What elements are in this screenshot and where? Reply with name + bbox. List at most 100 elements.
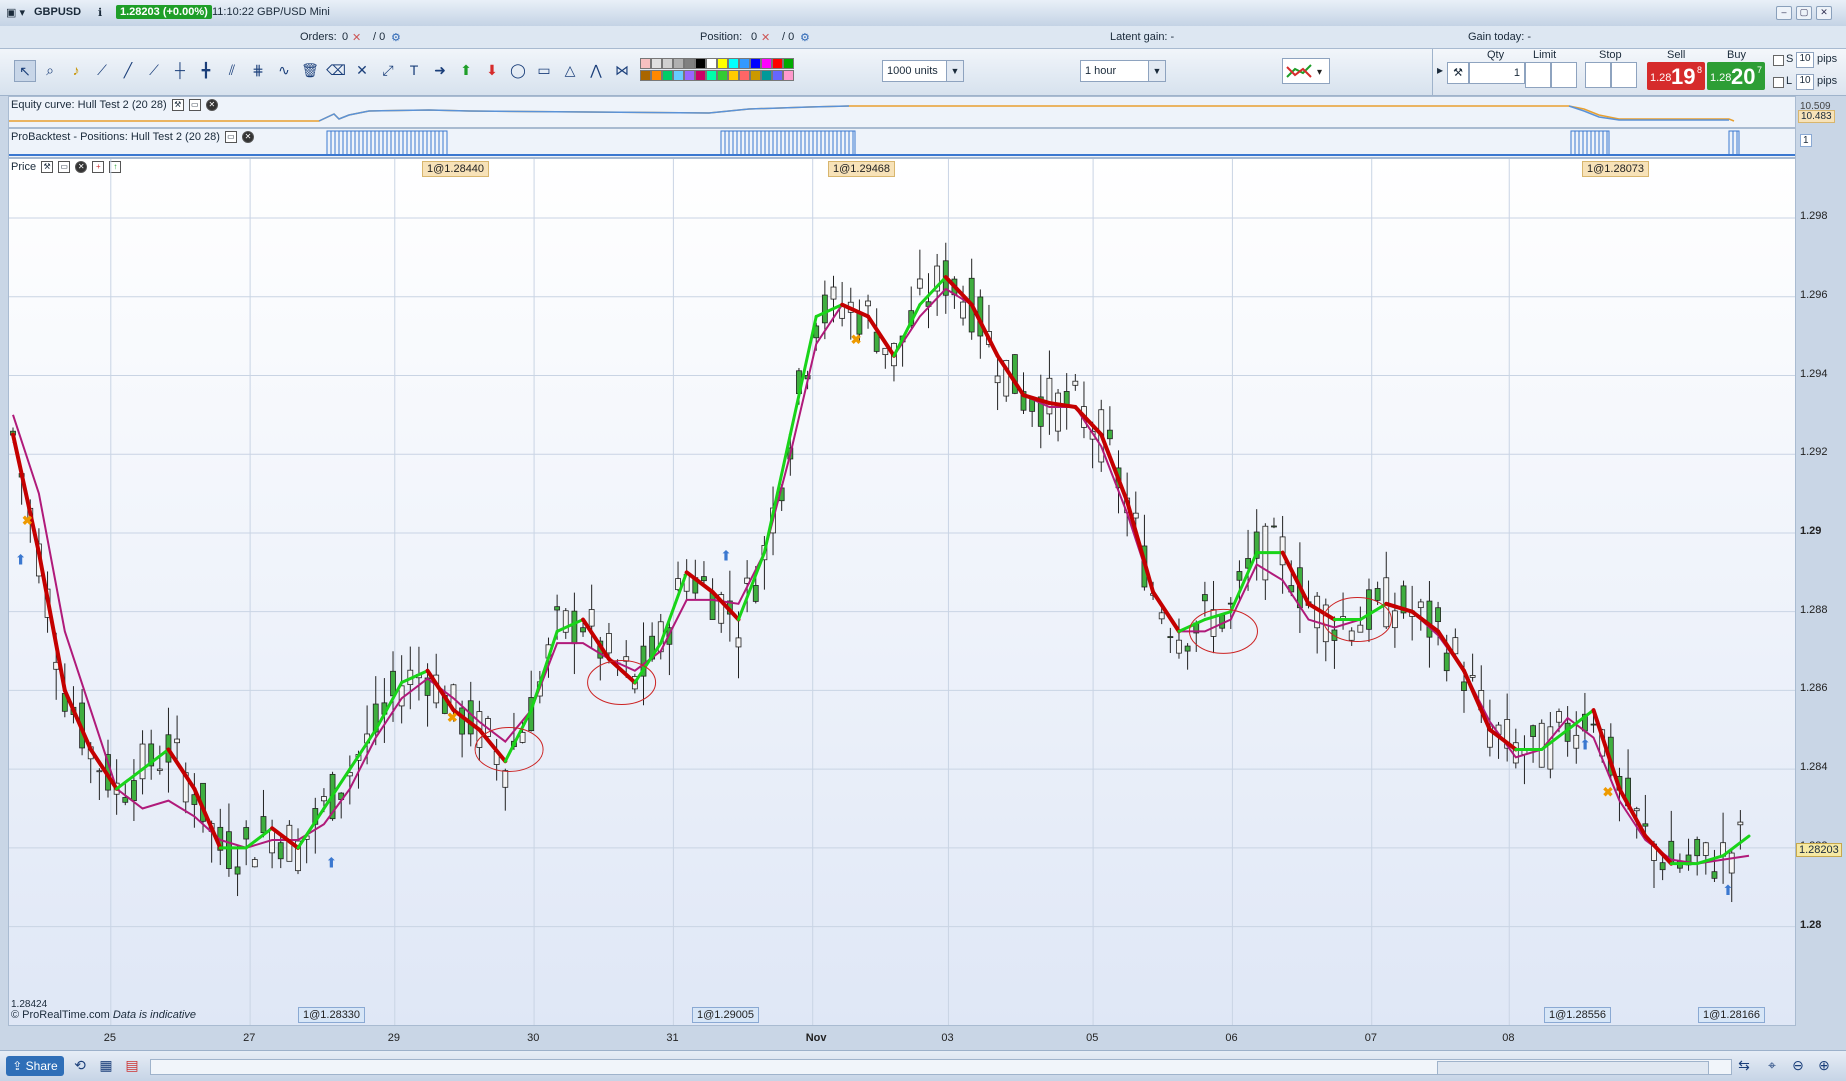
- candle-body: [1573, 734, 1580, 749]
- hull-20-segment: [270, 826, 301, 850]
- color-swatch[interactable]: [783, 58, 794, 69]
- color-swatch[interactable]: [728, 58, 739, 69]
- sell-button[interactable]: 1.28 19 8: [1647, 62, 1705, 90]
- zoom-icon[interactable]: ⌕: [40, 60, 60, 80]
- zoom-in-icon[interactable]: ⊕: [1814, 1055, 1834, 1075]
- color-swatch[interactable]: [717, 58, 728, 69]
- arrow-up-icon[interactable]: ⬆: [456, 60, 476, 80]
- window-menu-icon[interactable]: ▣ ▾: [6, 6, 25, 19]
- replay-icon[interactable]: ⟲: [70, 1055, 90, 1075]
- buy-button[interactable]: 1.28 20 7: [1707, 62, 1765, 90]
- close-button[interactable]: ✕: [1816, 6, 1832, 20]
- candlestick-chart[interactable]: ⬆ ⬆ ⬆ ⬆ ⬆ ✖ ✖ ✖ ✖: [9, 159, 1795, 1025]
- wave-icon[interactable]: ∿: [274, 60, 294, 80]
- wrench-icon[interactable]: ⚒: [1447, 62, 1469, 84]
- line-icon[interactable]: ╱: [118, 60, 138, 80]
- qty-input[interactable]: 1: [1469, 62, 1525, 84]
- chart-type-button[interactable]: ▾: [1282, 58, 1330, 84]
- arrow-down-icon[interactable]: ⬇: [482, 60, 502, 80]
- y-tick-label: 1.292: [1800, 446, 1828, 459]
- layout-icon[interactable]: ▤: [122, 1055, 142, 1075]
- color-swatch[interactable]: [651, 58, 662, 69]
- color-swatch[interactable]: [750, 70, 761, 81]
- color-swatch[interactable]: [706, 70, 717, 81]
- stop-buy-button[interactable]: [1585, 62, 1611, 88]
- calculator-icon[interactable]: ▦: [96, 1055, 116, 1075]
- color-swatch[interactable]: [640, 70, 651, 81]
- color-swatch[interactable]: [772, 58, 783, 69]
- color-swatch[interactable]: [739, 58, 750, 69]
- orders-link-icon[interactable]: ⚙: [391, 31, 401, 44]
- stop-checkbox[interactable]: [1773, 55, 1784, 66]
- color-swatch[interactable]: [662, 70, 673, 81]
- color-swatch[interactable]: [761, 70, 772, 81]
- minimize-button[interactable]: –: [1776, 6, 1792, 20]
- alert-bell-icon[interactable]: ♪: [66, 60, 86, 80]
- stop-pips-input[interactable]: 10: [1796, 52, 1814, 68]
- timeframe-select[interactable]: 1 hour ▼: [1080, 60, 1166, 82]
- color-swatch[interactable]: [640, 58, 651, 69]
- limit-checkbox[interactable]: [1773, 77, 1784, 88]
- fit-icon[interactable]: ⌖: [1762, 1055, 1782, 1075]
- pointer-icon[interactable]: ↖: [14, 60, 36, 82]
- color-swatch[interactable]: [739, 70, 750, 81]
- limit-sell-button[interactable]: [1551, 62, 1577, 88]
- chevron-down-icon[interactable]: ▼: [946, 61, 963, 81]
- horizontal-line-icon[interactable]: ┼: [170, 60, 190, 80]
- share-button[interactable]: ⇪ Share: [6, 1056, 64, 1076]
- color-swatch[interactable]: [684, 58, 695, 69]
- chevron-down-icon[interactable]: ▼: [1148, 61, 1165, 81]
- position-link-icon[interactable]: ⚙: [800, 31, 810, 44]
- color-palette[interactable]: [640, 58, 794, 82]
- color-swatch[interactable]: [750, 58, 761, 69]
- color-swatch[interactable]: [673, 70, 684, 81]
- color-swatch[interactable]: [684, 70, 695, 81]
- hull-20-segment: [762, 433, 792, 555]
- color-swatch[interactable]: [662, 58, 673, 69]
- color-swatch[interactable]: [695, 70, 706, 81]
- trade-tag-bottom: 1@1.28166: [1698, 1007, 1766, 1023]
- ellipse-icon[interactable]: ◯: [508, 60, 528, 80]
- color-swatch[interactable]: [783, 70, 794, 81]
- triangle-icon[interactable]: △: [560, 60, 580, 80]
- color-swatch[interactable]: [651, 70, 662, 81]
- parallel-channel-icon[interactable]: ⫽: [222, 60, 242, 80]
- text-icon[interactable]: T: [404, 60, 424, 80]
- rectangle-icon[interactable]: ▭: [534, 60, 554, 80]
- ray-icon[interactable]: ⟋: [144, 60, 164, 80]
- cross-line-icon[interactable]: ✕: [352, 60, 372, 80]
- eraser-icon[interactable]: ⌫: [326, 60, 346, 80]
- color-swatch[interactable]: [673, 58, 684, 69]
- collapse-arrow-icon[interactable]: ▸: [1437, 63, 1443, 77]
- orders-cancel-icon[interactable]: ✕: [352, 31, 361, 44]
- color-swatch[interactable]: [728, 70, 739, 81]
- trash-icon[interactable]: 🗑: [300, 60, 320, 80]
- horizontal-scrollbar[interactable]: [150, 1059, 1732, 1075]
- zoom-out-icon[interactable]: ⊖: [1788, 1055, 1808, 1075]
- instrument-name[interactable]: GBPUSD: [34, 6, 81, 18]
- arrow-line-icon[interactable]: ⤢: [378, 60, 398, 80]
- hull-20-segment: [374, 681, 404, 732]
- pattern-icon[interactable]: ⋈: [612, 60, 632, 80]
- color-swatch[interactable]: [717, 70, 728, 81]
- color-swatch[interactable]: [706, 58, 717, 69]
- candle-body: [735, 637, 742, 648]
- color-swatch[interactable]: [772, 70, 783, 81]
- color-swatch[interactable]: [761, 58, 772, 69]
- color-swatch[interactable]: [695, 58, 706, 69]
- info-icon[interactable]: ℹ: [98, 6, 102, 19]
- units-select[interactable]: 1000 units ▼: [882, 60, 964, 82]
- limit-buy-button[interactable]: [1525, 62, 1551, 88]
- zigzag-icon[interactable]: ⋀: [586, 60, 606, 80]
- vertical-line-icon[interactable]: ╋: [196, 60, 216, 80]
- limit-pips-input[interactable]: 10: [1796, 74, 1814, 90]
- position-cancel-icon[interactable]: ✕: [761, 31, 770, 44]
- candle-body: [1702, 842, 1709, 856]
- sync-icon[interactable]: ⇆: [1734, 1055, 1754, 1075]
- fibonacci-icon[interactable]: ⋕: [248, 60, 268, 80]
- stop-sell-button[interactable]: [1611, 62, 1637, 88]
- ruler-icon[interactable]: ⟋: [92, 60, 112, 80]
- arrow-right-icon[interactable]: ➜: [430, 60, 450, 80]
- maximize-button[interactable]: ▢: [1796, 6, 1812, 20]
- scrollbar-thumb[interactable]: [1437, 1061, 1709, 1075]
